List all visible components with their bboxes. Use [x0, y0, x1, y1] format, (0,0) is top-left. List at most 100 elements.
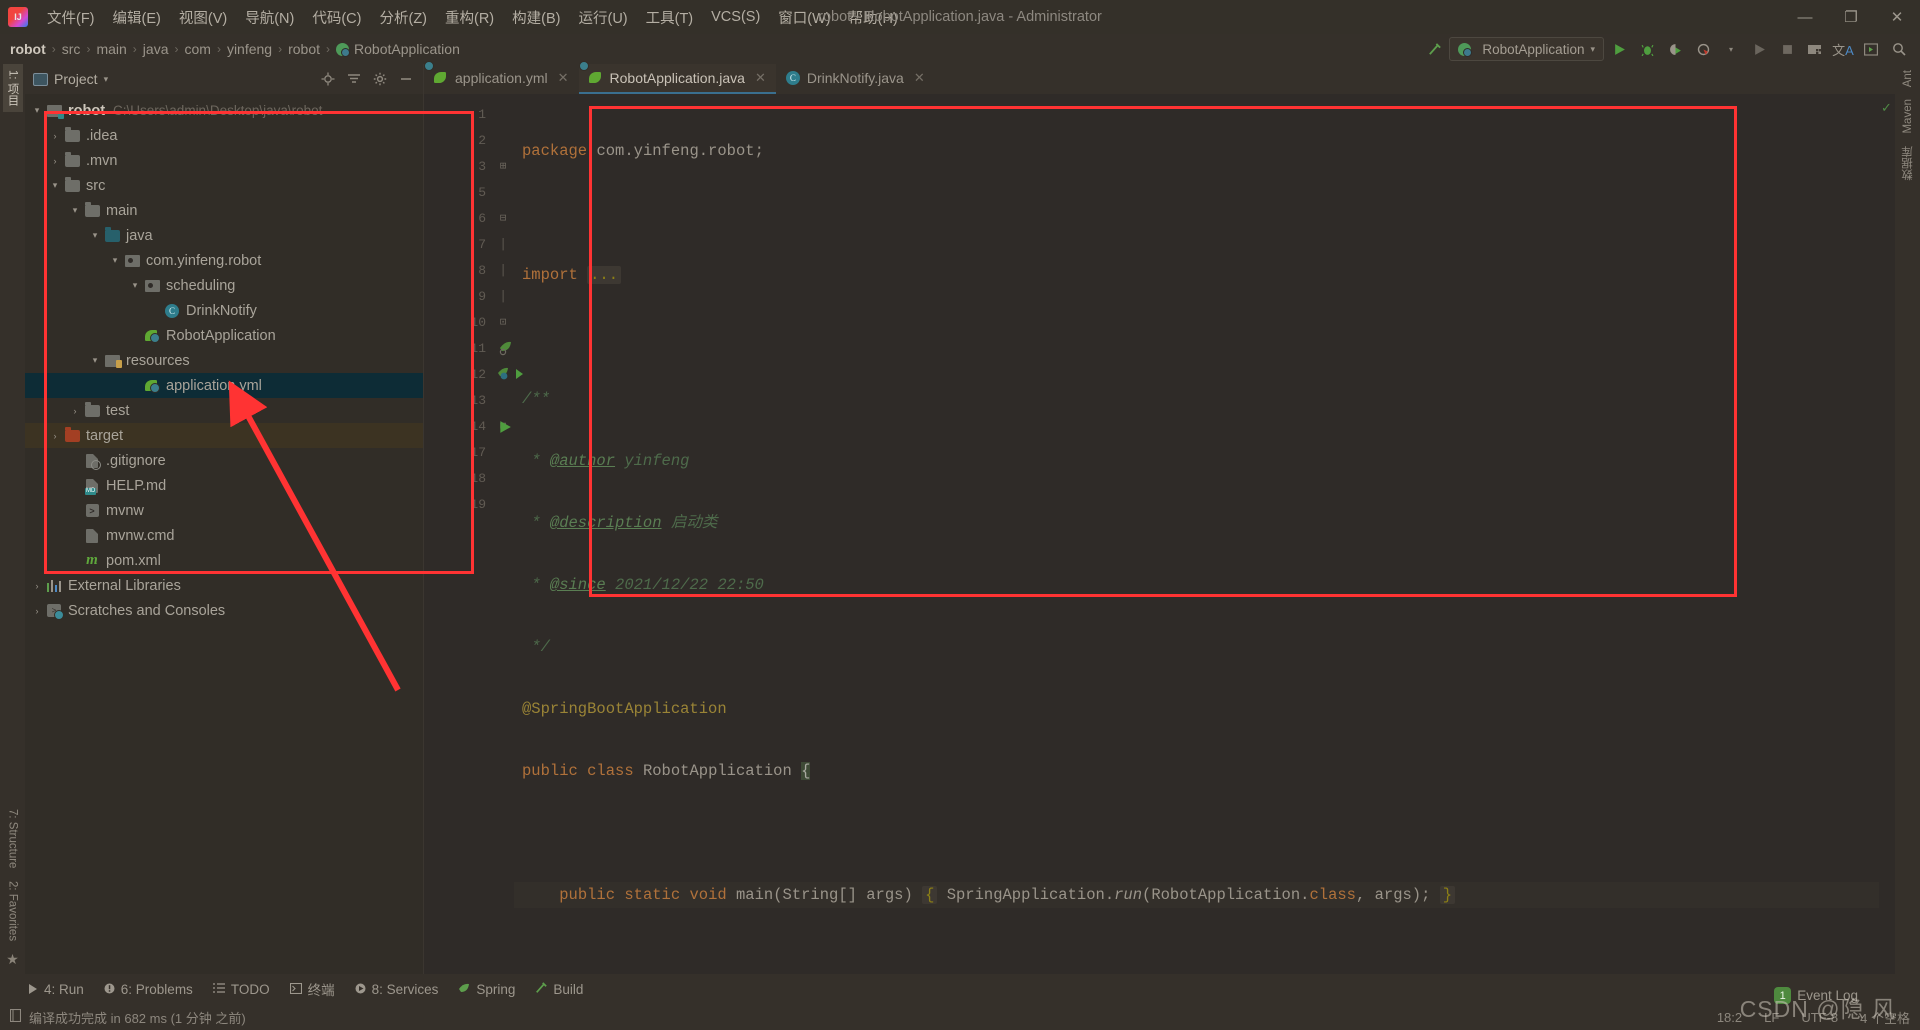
- menu-edit[interactable]: 编辑(E): [104, 4, 170, 31]
- tree-row-drinknotify[interactable]: › C DrinkNotify: [25, 298, 423, 323]
- menu-vcs[interactable]: VCS(S): [702, 6, 769, 28]
- run-disabled-icon[interactable]: [1746, 37, 1772, 61]
- expand-arrow-icon[interactable]: ›: [47, 431, 63, 441]
- breadcrumb-yinfeng[interactable]: yinfeng: [227, 41, 272, 57]
- breadcrumb-src[interactable]: src: [62, 41, 81, 57]
- terminal-icon[interactable]: [1858, 37, 1884, 61]
- translate-icon[interactable]: 文A: [1830, 37, 1856, 61]
- tool-window-problems[interactable]: 6: Problems: [104, 982, 193, 997]
- code-folding-strip[interactable]: ⊞ ⊟ │ │ │ ⊡ ⊞: [492, 94, 514, 974]
- tool-window-build[interactable]: Build: [535, 982, 583, 997]
- search-icon[interactable]: [1886, 37, 1912, 61]
- encoding[interactable]: UTF-8: [1801, 1010, 1838, 1025]
- collapse-all-icon[interactable]: [343, 68, 365, 90]
- indent-setting[interactable]: 4 个空格: [1860, 1008, 1910, 1027]
- code-editor[interactable]: 1 2 3 5 6 7 8 9 10 11 12 13 14 17 18 19 …: [424, 94, 1895, 974]
- expand-arrow-icon[interactable]: ›: [67, 406, 83, 416]
- sidebar-tab-structure[interactable]: 7: Structure: [5, 803, 21, 874]
- sidebar-tab-database[interactable]: 数据库: [1898, 140, 1918, 187]
- menu-refactor[interactable]: 重构(R): [436, 4, 503, 31]
- menu-analyze[interactable]: 分析(Z): [370, 4, 436, 31]
- tool-window-spring[interactable]: Spring: [458, 982, 515, 997]
- sidebar-tab-maven[interactable]: Maven: [1900, 93, 1916, 140]
- event-log-button[interactable]: 1 Event Log: [1774, 987, 1858, 1004]
- menu-code[interactable]: 代码(C): [303, 4, 370, 31]
- tree-row-java[interactable]: ▾ java: [25, 223, 423, 248]
- debug-icon[interactable]: [1634, 37, 1660, 61]
- close-icon[interactable]: ✕: [914, 70, 925, 86]
- tree-row-mvnw[interactable]: > mvnw: [25, 498, 423, 523]
- caret-position[interactable]: 18:2: [1717, 1010, 1742, 1025]
- line-separator[interactable]: LF: [1764, 1010, 1779, 1025]
- sidebar-tab-favorites[interactable]: 2: Favorites: [5, 875, 21, 947]
- status-message-group[interactable]: 编译成功完成 in 682 ms (1 分钟 之前): [9, 1008, 246, 1027]
- profiler-icon[interactable]: [1690, 37, 1716, 61]
- expand-arrow-icon[interactable]: ›: [29, 581, 45, 591]
- menu-tools[interactable]: 工具(T): [637, 4, 703, 31]
- settings-gear-icon[interactable]: [369, 68, 391, 90]
- tree-row-resources[interactable]: ▾ resources: [25, 348, 423, 373]
- tree-row-application-yml[interactable]: › application.yml: [25, 373, 423, 398]
- menu-help[interactable]: 帮助(H): [840, 4, 907, 31]
- tree-row-main[interactable]: ▾ main: [25, 198, 423, 223]
- minimize-button[interactable]: —: [1782, 0, 1828, 34]
- breadcrumb-robot-pkg[interactable]: robot: [288, 41, 320, 57]
- tree-row-target[interactable]: › target: [25, 423, 423, 448]
- tree-row-external-libraries[interactable]: › External Libraries: [25, 573, 423, 598]
- sidebar-tab-ant[interactable]: Ant: [1900, 64, 1916, 93]
- tool-window-terminal[interactable]: 终端: [289, 979, 335, 999]
- tree-row-package-scheduling[interactable]: ▾ scheduling: [25, 273, 423, 298]
- expand-arrow-icon[interactable]: ▾: [47, 180, 63, 191]
- fold-end-icon[interactable]: ⊡: [492, 310, 514, 336]
- menu-build[interactable]: 构建(B): [503, 4, 569, 31]
- run-with-coverage-icon[interactable]: [1662, 37, 1688, 61]
- spring-bean-gutter-icon[interactable]: [496, 340, 514, 358]
- inspection-marker-strip[interactable]: ✓: [1879, 94, 1895, 974]
- tree-row-robot[interactable]: ▾ robot C:\Users\admin\Desktop\java\robo…: [25, 98, 423, 123]
- tree-row-help-md[interactable]: MD HELP.md: [25, 473, 423, 498]
- tree-row-robotapplication[interactable]: › RobotApplication: [25, 323, 423, 348]
- expand-arrow-icon[interactable]: ›: [29, 606, 45, 616]
- close-icon[interactable]: ✕: [755, 70, 766, 86]
- run-configuration-selector[interactable]: RobotApplication ▾: [1449, 37, 1604, 61]
- spring-boot-run-gutter-icon[interactable]: [496, 366, 523, 384]
- tree-row-scratches-and-consoles[interactable]: › > Scratches and Consoles: [25, 598, 423, 623]
- menu-window[interactable]: 窗口(W): [769, 4, 839, 31]
- menu-run[interactable]: 运行(U): [569, 4, 636, 31]
- fold-expand-icon[interactable]: ⊞: [492, 154, 514, 180]
- tab-robotapplication-java[interactable]: RobotApplication.java ✕: [578, 64, 776, 94]
- locate-icon[interactable]: [317, 68, 339, 90]
- hide-icon[interactable]: [395, 68, 417, 90]
- tool-window-todo[interactable]: TODO: [212, 982, 270, 997]
- expand-arrow-icon[interactable]: ▾: [127, 280, 143, 291]
- tree-row-gitignore[interactable]: › .gitignore: [25, 448, 423, 473]
- expand-arrow-icon[interactable]: ▾: [87, 230, 103, 241]
- inspection-ok-icon[interactable]: ✓: [1881, 100, 1892, 116]
- tree-row-mvn[interactable]: › .mvn: [25, 148, 423, 173]
- tool-window-services[interactable]: 8: Services: [355, 982, 438, 997]
- project-structure-icon[interactable]: [1802, 37, 1828, 61]
- fold-collapse-icon[interactable]: ⊟: [492, 206, 514, 232]
- profiler-caret-icon[interactable]: ▾: [1718, 37, 1744, 61]
- tree-row-package-com-yinfeng-robot[interactable]: ▾ com.yinfeng.robot: [25, 248, 423, 273]
- expand-arrow-icon[interactable]: ▾: [87, 355, 103, 366]
- tree-row-idea[interactable]: › .idea: [25, 123, 423, 148]
- breadcrumb-robot[interactable]: robot: [10, 41, 46, 57]
- chevron-down-icon[interactable]: ▾: [104, 74, 109, 85]
- maximize-button[interactable]: ❐: [1828, 0, 1874, 34]
- expand-arrow-icon[interactable]: ▾: [107, 255, 123, 266]
- run-icon[interactable]: [1606, 37, 1632, 61]
- tree-row-pom-xml[interactable]: m pom.xml: [25, 548, 423, 573]
- expand-arrow-icon[interactable]: ›: [47, 156, 63, 166]
- tab-drinknotify-java[interactable]: C DrinkNotify.java ✕: [776, 64, 935, 94]
- sidebar-tab-project[interactable]: 1: 项目: [2, 64, 23, 112]
- menu-file[interactable]: 文件(F): [38, 4, 104, 31]
- breadcrumb-class[interactable]: RobotApplication: [336, 41, 460, 57]
- tree-row-mvnw-cmd[interactable]: mvnw.cmd: [25, 523, 423, 548]
- code-text[interactable]: package com.yinfeng.robot; import ... /*…: [514, 94, 1879, 974]
- menu-view[interactable]: 视图(V): [170, 4, 236, 31]
- menu-navigate[interactable]: 导航(N): [236, 4, 303, 31]
- breadcrumb-com[interactable]: com: [184, 41, 210, 57]
- build-hammer-icon[interactable]: [1421, 37, 1447, 61]
- expand-arrow-icon[interactable]: ▾: [67, 205, 83, 216]
